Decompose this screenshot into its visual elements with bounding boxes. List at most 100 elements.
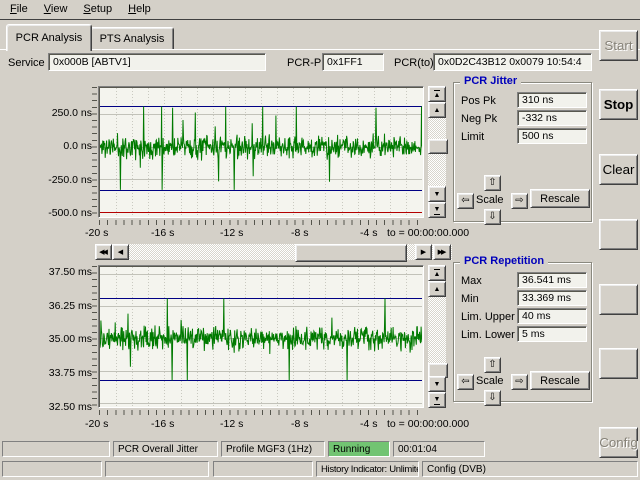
rep-xtick-4s: -4 s bbox=[360, 418, 378, 430]
jitter-scale-right-icon[interactable]: ⇨ bbox=[511, 193, 528, 209]
status-measurement-mode: PCR Overall Jitter bbox=[113, 441, 218, 457]
rep-y-axis-ticks bbox=[92, 266, 97, 408]
rep-min-label: Min bbox=[461, 293, 479, 305]
rep-scale-right-icon[interactable]: ⇨ bbox=[511, 374, 528, 390]
menu-view[interactable]: View bbox=[36, 1, 76, 18]
jitter-scroll-right-icon[interactable]: ▶ bbox=[415, 244, 432, 260]
jitter-ytick-0: 0.0 ns bbox=[30, 140, 92, 152]
rep-xtick-8s: -8 s bbox=[291, 418, 309, 430]
rep-min-value: 33.369 ms bbox=[517, 290, 587, 306]
service-label: Service bbox=[8, 57, 45, 69]
blank-button-1 bbox=[599, 219, 638, 250]
jitter-xtick-20s: -20 s bbox=[85, 227, 108, 239]
rep-rescale-button[interactable]: Rescale bbox=[530, 371, 590, 390]
jitter-hscroll-thumb[interactable] bbox=[295, 244, 407, 262]
jitter-scale-up-icon[interactable]: ⇧ bbox=[484, 175, 501, 191]
blank-button-3 bbox=[599, 348, 638, 379]
neg-pk-label: Neg Pk bbox=[461, 113, 497, 125]
jitter-scale-down-icon[interactable]: ⇩ bbox=[484, 209, 501, 225]
rep-ytick-3750: 37.50 ms bbox=[30, 266, 92, 278]
jitter-vscroll-thumb[interactable] bbox=[428, 139, 448, 154]
jitter-xtick-4s: -4 s bbox=[360, 227, 378, 239]
rep-xtick-12s: -12 s bbox=[220, 418, 243, 430]
jitter-scroll-left-icon[interactable]: ◀ bbox=[112, 244, 129, 260]
status-elapsed-time: 00:01:04 bbox=[393, 441, 485, 457]
status-running-badge: Running bbox=[328, 441, 390, 457]
rep-scroll-top-icon[interactable]: ▲ bbox=[428, 265, 446, 281]
rep-scale-up-icon[interactable]: ⇧ bbox=[484, 357, 501, 373]
app-window: File View Setup Help PTS Analysis PCR An… bbox=[0, 0, 640, 480]
status-cell-empty-1 bbox=[2, 441, 110, 457]
jitter-x-end-label: to = 00:00:00.000 bbox=[387, 227, 469, 239]
status2-cell-empty-3 bbox=[213, 461, 313, 477]
jitter-scale-left-icon[interactable]: ⇦ bbox=[457, 193, 474, 209]
jitter-scroll-far-right-icon[interactable]: ▶▶ bbox=[433, 244, 451, 260]
rep-max-value: 36.541 ms bbox=[517, 272, 587, 288]
pcr-to-field[interactable]: 0x0D2C43B12 0x0079 10:54:4 bbox=[433, 53, 592, 71]
jitter-ytick-250: 250.0 ns bbox=[30, 107, 92, 119]
pcr-jitter-chart bbox=[98, 86, 424, 218]
rep-scale-left-icon[interactable]: ⇦ bbox=[457, 374, 474, 390]
jitter-scroll-up-icon[interactable]: ▲ bbox=[428, 102, 446, 118]
tab-pts-analysis[interactable]: PTS Analysis bbox=[90, 27, 174, 51]
jitter-limit-value[interactable]: 500 ns bbox=[517, 128, 587, 144]
rep-scale-down-icon[interactable]: ⇩ bbox=[484, 390, 501, 406]
rep-scroll-bottom-icon[interactable]: ▼ bbox=[428, 392, 446, 408]
tab-pcr-analysis[interactable]: PCR Analysis bbox=[6, 24, 92, 51]
jitter-ytick-neg250: -250.0 ns bbox=[30, 174, 92, 186]
stop-button[interactable]: Stop bbox=[599, 89, 638, 120]
jitter-xtick-16s: -16 s bbox=[151, 227, 174, 239]
jitter-xtick-12s: -12 s bbox=[220, 227, 243, 239]
rep-ytick-3500: 35.00 ms bbox=[30, 333, 92, 345]
status-profile: Profile MGF3 (1Hz) bbox=[221, 441, 325, 457]
pcr-to-label: PCR(to) bbox=[394, 57, 434, 69]
status2-cell-empty-1 bbox=[2, 461, 102, 477]
pcr-jitter-panel-title: PCR Jitter bbox=[460, 75, 521, 87]
rep-lim-lower-label: Lim. Lower bbox=[461, 329, 515, 341]
status-config-standard: Config (DVB) bbox=[422, 461, 638, 477]
pos-pk-label: Pos Pk bbox=[461, 95, 496, 107]
start-button: Start bbox=[599, 30, 638, 61]
jitter-scroll-far-left-icon[interactable]: ◀◀ bbox=[95, 244, 112, 260]
clear-button[interactable]: Clear bbox=[599, 154, 638, 185]
jitter-y-axis-ticks bbox=[92, 87, 97, 218]
service-field[interactable]: 0x000B [ABTV1] bbox=[48, 53, 266, 71]
rep-lim-lower-value[interactable]: 5 ms bbox=[517, 326, 587, 342]
menu-bar: File View Setup Help bbox=[0, 0, 640, 20]
rep-scroll-up-icon[interactable]: ▲ bbox=[428, 281, 446, 297]
rep-max-label: Max bbox=[461, 275, 482, 287]
status2-cell-empty-2 bbox=[105, 461, 209, 477]
jitter-rescale-button[interactable]: Rescale bbox=[530, 189, 590, 208]
pcr-repetition-chart bbox=[98, 265, 424, 408]
config-button: Config bbox=[599, 427, 638, 458]
rep-x-end-label: to = 00:00:00.000 bbox=[387, 418, 469, 430]
status-history-indicator: History Indicator: Unlimited bbox=[316, 461, 419, 477]
pcr-repetition-panel: PCR Repetition Max 36.541 ms Min 33.369 … bbox=[453, 262, 592, 402]
jitter-x-axis-ticks bbox=[99, 220, 424, 225]
jitter-scale-label: Scale bbox=[476, 194, 504, 206]
rep-scale-label: Scale bbox=[476, 375, 504, 387]
jitter-scroll-top-icon[interactable]: ▲ bbox=[428, 86, 446, 102]
rep-ytick-3250: 32.50 ms bbox=[30, 401, 92, 413]
pos-pk-value: 310 ns bbox=[517, 92, 587, 108]
jitter-scroll-bottom-icon[interactable]: ▼ bbox=[428, 202, 446, 218]
rep-scroll-down-icon[interactable]: ▼ bbox=[428, 376, 446, 392]
jitter-xtick-8s: -8 s bbox=[291, 227, 309, 239]
menu-file[interactable]: File bbox=[2, 1, 36, 18]
rep-lim-upper-value[interactable]: 40 ms bbox=[517, 308, 587, 324]
jitter-limit-label: Limit bbox=[461, 131, 484, 143]
neg-pk-value: -332 ns bbox=[517, 110, 587, 126]
jitter-ytick-neg500: -500.0 ns bbox=[30, 207, 92, 219]
pcr-repetition-panel-title: PCR Repetition bbox=[460, 255, 548, 267]
menu-setup[interactable]: Setup bbox=[75, 1, 120, 18]
menu-help[interactable]: Help bbox=[120, 1, 159, 18]
rep-ytick-3625: 36.25 ms bbox=[30, 300, 92, 312]
blank-button-2 bbox=[599, 284, 638, 315]
pcr-pid-field[interactable]: 0x1FF1 bbox=[322, 53, 384, 71]
rep-lim-upper-label: Lim. Upper bbox=[461, 311, 515, 323]
jitter-scroll-down-icon[interactable]: ▼ bbox=[428, 186, 446, 202]
rep-xtick-20s: -20 s bbox=[85, 418, 108, 430]
pcr-jitter-panel: PCR Jitter Pos Pk 310 ns Neg Pk -332 ns … bbox=[453, 82, 592, 222]
rep-x-axis-ticks bbox=[99, 410, 424, 415]
rep-ytick-3375: 33.75 ms bbox=[30, 367, 92, 379]
